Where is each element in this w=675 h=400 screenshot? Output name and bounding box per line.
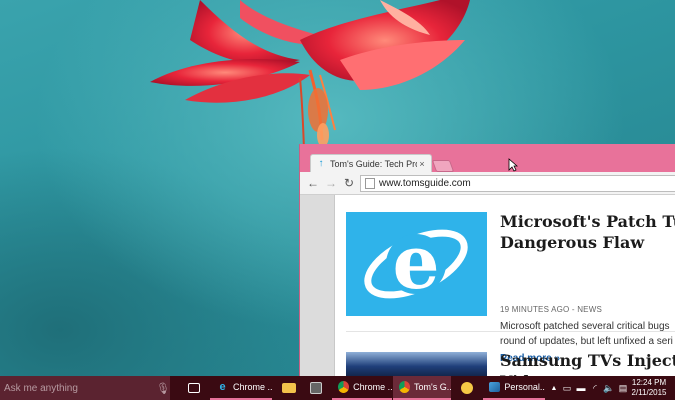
tab-title: Tom's Guide: Tech Produc: [330, 159, 417, 169]
emoji-app-icon: [461, 382, 473, 394]
new-tab-button[interactable]: [431, 160, 455, 172]
chrome-icon: [399, 381, 411, 393]
svg-text:e: e: [392, 220, 439, 306]
battery-icon[interactable]: ▬: [574, 383, 588, 393]
internet-explorer-logo-icon: e: [364, 220, 468, 306]
microphone-icon[interactable]: 🎙: [156, 382, 170, 395]
taskbar-item-chrome-2[interactable]: Tom's G...: [393, 376, 451, 400]
show-hidden-icons-chevron-icon[interactable]: ▲: [548, 385, 560, 392]
back-button[interactable]: ←: [306, 176, 320, 190]
page-viewport[interactable]: e Microsoft's Patch Tues Dangerous Flaw …: [300, 195, 675, 391]
article-meta: 19 MINUTES AGO - NEWS: [500, 305, 602, 314]
internet-explorer-icon: e: [219, 381, 226, 393]
webpage-content: e Microsoft's Patch Tues Dangerous Flaw …: [334, 195, 675, 391]
article-headline[interactable]: Microsoft's Patch Tues Dangerous Flaw: [500, 211, 675, 253]
cortana-search-box[interactable]: Ask me anything 🎙: [0, 376, 170, 400]
store-icon: [310, 382, 322, 394]
toms-guide-favicon-icon: ↑: [318, 158, 324, 169]
page-icon: [365, 178, 375, 189]
taskbar-item-ie[interactable]: e Chrome ...: [210, 376, 272, 400]
taskbar-item-file-explorer[interactable]: [276, 376, 300, 400]
task-view-icon: [188, 383, 200, 393]
url-text: www.tomsguide.com: [379, 178, 471, 189]
browser-window[interactable]: ↑ Tom's Guide: Tech Produc × ← → ↻ www.t…: [299, 144, 675, 391]
close-tab-icon[interactable]: ×: [417, 159, 427, 169]
network-adapter-icon[interactable]: ▭: [560, 383, 574, 394]
tab-strip: ↑ Tom's Guide: Tech Produc ×: [300, 144, 675, 173]
search-placeholder: Ask me anything: [4, 382, 78, 394]
clock-time: 12:24 PM: [631, 378, 667, 387]
taskbar-item-emoji-app[interactable]: [455, 376, 479, 400]
chrome-icon: [338, 381, 350, 393]
taskbar-item-chrome-1[interactable]: Chrome ...: [332, 376, 392, 400]
article-thumbnail[interactable]: e: [346, 212, 487, 316]
taskbar-clock[interactable]: 12:24 PM 2/11/2015: [628, 378, 670, 398]
personalization-icon: [489, 382, 501, 392]
taskbar: Ask me anything 🎙 e Chrome ... Chrome ..…: [0, 376, 675, 400]
taskbar-item-store[interactable]: [304, 376, 328, 400]
divider: [346, 331, 675, 332]
mouse-cursor-icon: [508, 158, 518, 172]
address-bar[interactable]: www.tomsguide.com: [360, 175, 675, 192]
reload-button[interactable]: ↻: [342, 176, 356, 190]
wifi-icon[interactable]: ◜: [588, 383, 602, 394]
forward-button[interactable]: →: [324, 176, 338, 190]
taskbar-item-personalization[interactable]: Personal...: [483, 376, 545, 400]
system-tray: ▲ ▭ ▬ ◜ 🔈 ▤: [548, 376, 630, 400]
article-excerpt: Microsoft patched several critical bugs …: [500, 321, 673, 347]
article-thumbnail-2[interactable]: [346, 352, 487, 376]
clock-date: 2/11/2015: [631, 388, 667, 397]
task-view-button[interactable]: [182, 376, 208, 400]
volume-icon[interactable]: 🔈: [602, 383, 616, 394]
file-explorer-icon: [282, 383, 296, 393]
tab-toms-guide[interactable]: ↑ Tom's Guide: Tech Produc ×: [310, 154, 432, 173]
browser-toolbar: ← → ↻ www.tomsguide.com: [300, 172, 675, 195]
